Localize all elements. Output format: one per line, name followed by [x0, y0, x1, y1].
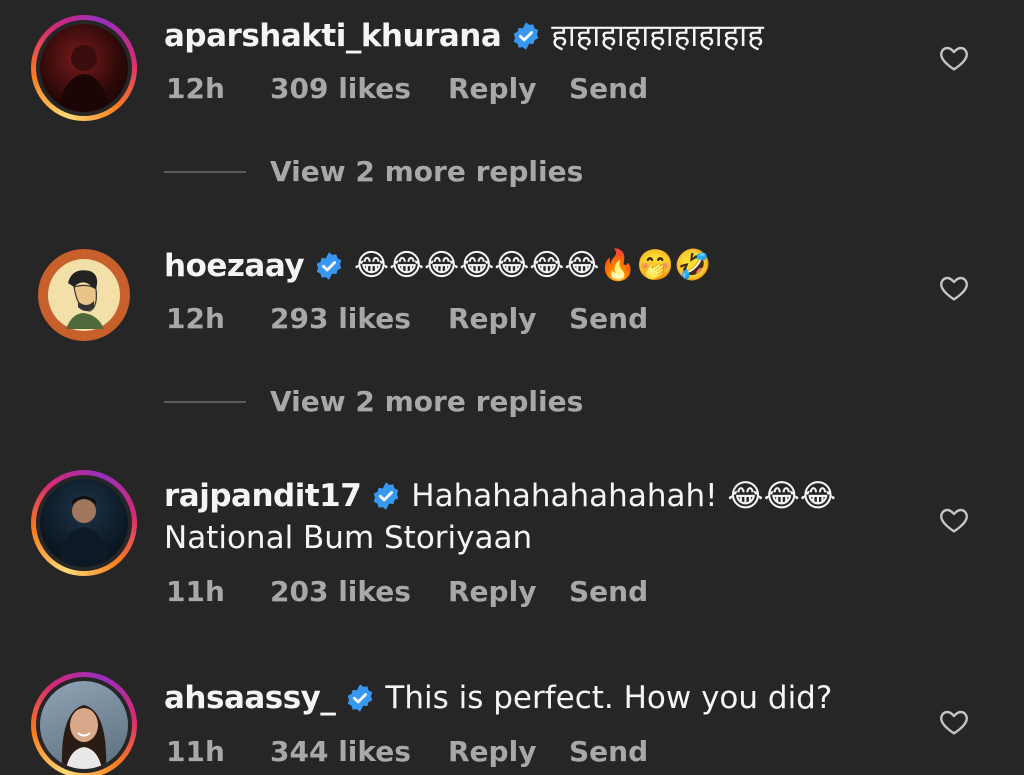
avatar-photo — [61, 705, 107, 769]
timestamp: 11h — [166, 575, 225, 608]
avatar-photo — [48, 259, 120, 331]
verified-badge-icon — [348, 684, 373, 712]
divider — [164, 400, 246, 403]
heart-outline-icon[interactable] — [938, 706, 970, 738]
comment-text-line-2: National Bum Storiyaan — [164, 520, 533, 556]
comments-list: aparshakti_khurana हाहाहाहाहाहाहाहाह 12h… — [0, 0, 1024, 775]
view-more-replies[interactable]: View 2 more replies — [164, 385, 583, 418]
likes-count[interactable]: 309 likes — [270, 69, 448, 109]
comment-text: Hahahahahahahah! 😂😂😂 — [411, 478, 837, 514]
verified-badge-icon — [514, 22, 539, 50]
timestamp: 12h — [166, 72, 225, 105]
likes-count[interactable]: 293 likes — [270, 299, 448, 339]
comment-header: hoezaay 😂😂😂😂😂😂😂🔥🤭🤣 — [164, 244, 713, 288]
avatar[interactable] — [31, 15, 137, 121]
comment-text: This is perfect. How you did? — [385, 680, 833, 716]
comment-meta: 12h 293 likes Reply Send — [166, 299, 648, 339]
comment-header: aparshakti_khurana हाहाहाहाहाहाहाहाह — [164, 14, 764, 58]
reply-button[interactable]: Reply — [448, 69, 569, 109]
view-more-label: View 2 more replies — [270, 385, 584, 418]
comment-text: 😂😂😂😂😂😂😂🔥🤭🤣 — [354, 248, 712, 283]
comment-header: rajpandit17 Hahahahahahahah! 😂😂😂 — [164, 474, 836, 518]
send-button[interactable]: Send — [569, 572, 648, 612]
avatar-photo — [58, 45, 110, 112]
heart-outline-icon[interactable] — [938, 42, 970, 74]
likes-count[interactable]: 203 likes — [270, 572, 448, 612]
heart-outline-icon[interactable] — [938, 504, 970, 536]
view-more-label: View 2 more replies — [270, 155, 584, 188]
username[interactable]: hoezaay — [164, 244, 305, 288]
reply-button[interactable]: Reply — [448, 299, 569, 339]
likes-count[interactable]: 344 likes — [270, 732, 448, 772]
avatar-photo — [58, 496, 110, 567]
divider — [164, 170, 246, 173]
comment-header: ahsaassy_ This is perfect. How you did? — [164, 676, 832, 720]
avatar[interactable] — [31, 242, 137, 348]
username[interactable]: ahsaassy_ — [164, 676, 336, 720]
view-more-replies[interactable]: View 2 more replies — [164, 155, 583, 188]
verified-badge-icon — [316, 252, 342, 280]
reply-button[interactable]: Reply — [448, 572, 569, 612]
comment-meta: 11h 203 likes Reply Send — [166, 572, 648, 612]
avatar[interactable] — [31, 470, 137, 576]
comment-meta: 11h 344 likes Reply Send — [166, 732, 648, 772]
timestamp: 11h — [166, 735, 225, 768]
comment-meta: 12h 309 likes Reply Send — [166, 69, 648, 109]
verified-badge-icon — [374, 482, 399, 510]
heart-outline-icon[interactable] — [938, 272, 970, 304]
timestamp: 12h — [166, 302, 225, 335]
send-button[interactable]: Send — [569, 732, 648, 772]
send-button[interactable]: Send — [569, 299, 648, 339]
send-button[interactable]: Send — [569, 69, 648, 109]
comment-text: हाहाहाहाहाहाहाहाह — [551, 18, 764, 54]
username[interactable]: aparshakti_khurana — [164, 14, 502, 58]
reply-button[interactable]: Reply — [448, 732, 569, 772]
username[interactable]: rajpandit17 — [164, 474, 362, 518]
avatar[interactable] — [31, 672, 137, 775]
